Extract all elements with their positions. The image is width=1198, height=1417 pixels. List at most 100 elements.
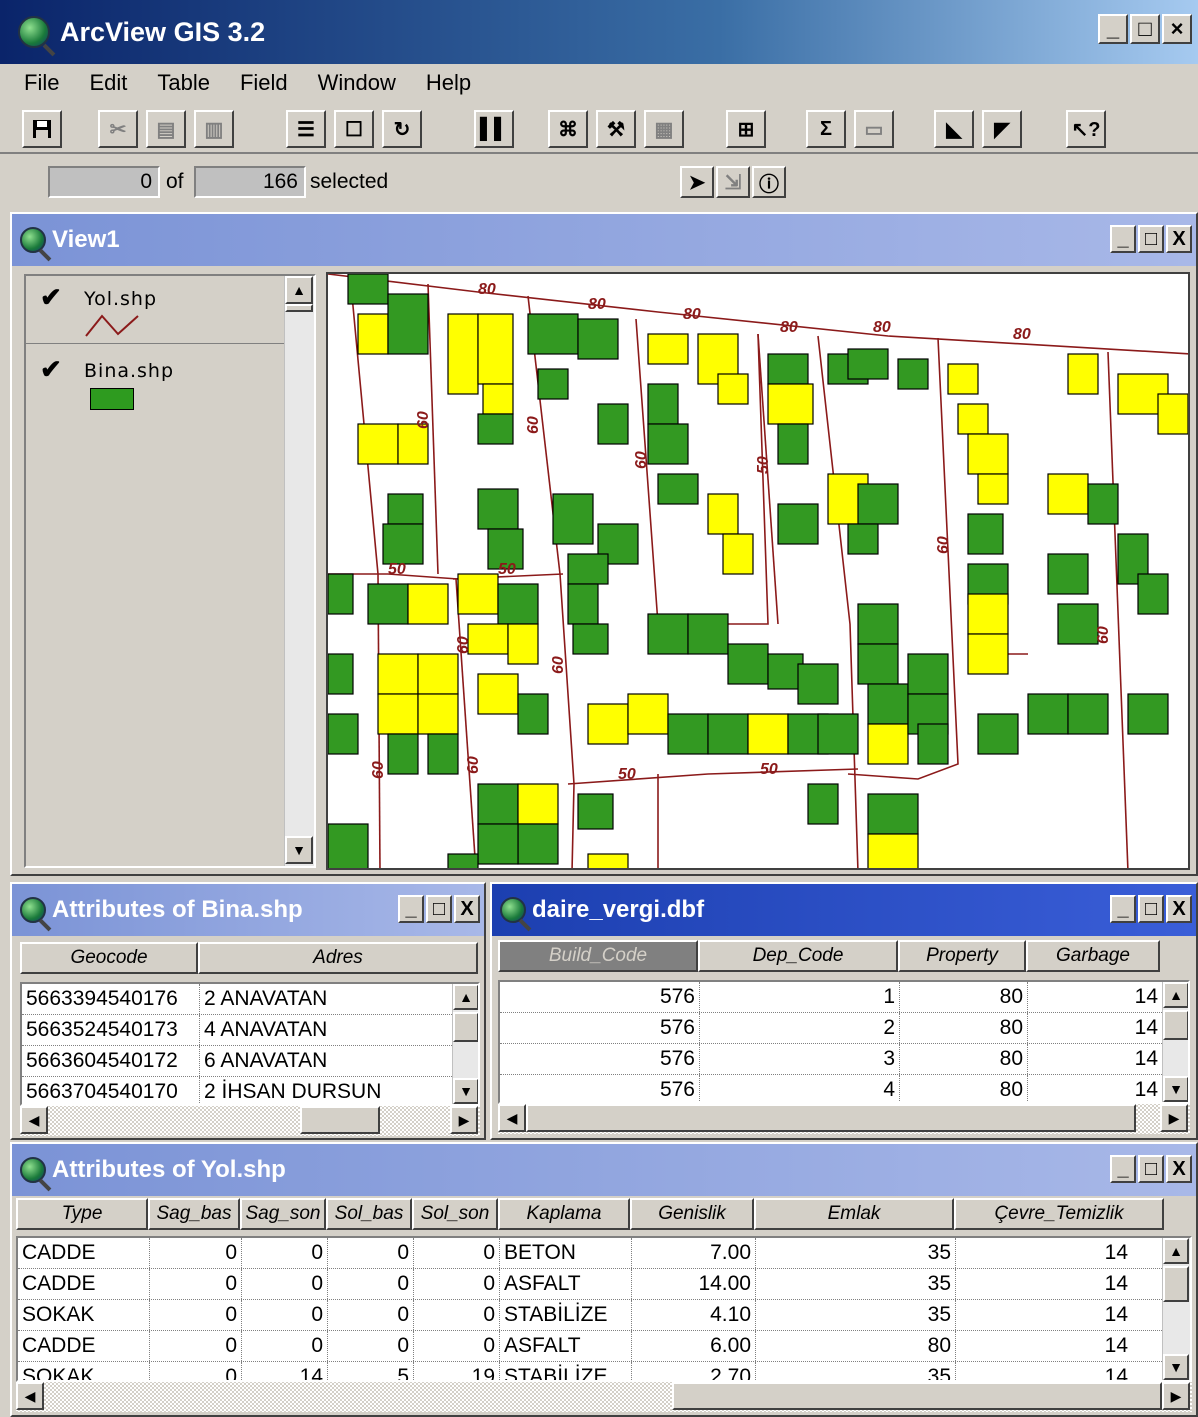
- building-yellow[interactable]: [407, 583, 449, 625]
- edit-pointer-icon[interactable]: ⇲: [716, 166, 750, 198]
- building-yellow[interactable]: [867, 723, 909, 765]
- road-label[interactable]: 60: [550, 656, 567, 674]
- building-green[interactable]: [447, 853, 479, 870]
- building-green[interactable]: [1127, 693, 1169, 735]
- building-yellow[interactable]: [477, 313, 514, 385]
- yol-col-type[interactable]: Type: [16, 1198, 148, 1230]
- menu-help[interactable]: Help: [426, 70, 471, 96]
- bina-hscroll-thumb[interactable]: [300, 1106, 380, 1134]
- road-label[interactable]: 50: [388, 561, 406, 578]
- paste-icon[interactable]: ▥: [194, 110, 234, 148]
- building-green[interactable]: [857, 483, 899, 525]
- road-label[interactable]: 60: [1095, 626, 1112, 644]
- yol-minimize-button[interactable]: _: [1110, 1155, 1136, 1183]
- building-green[interactable]: [667, 713, 709, 755]
- building-green[interactable]: [527, 313, 579, 355]
- building-green[interactable]: [647, 613, 689, 655]
- building-green[interactable]: [817, 713, 859, 755]
- road-label[interactable]: 60: [525, 416, 542, 434]
- query-hammer-icon[interactable]: ⚒: [596, 110, 636, 148]
- daire-vscroll[interactable]: ▲ ▼: [1162, 982, 1188, 1102]
- bina-vscroll[interactable]: ▲ ▼: [452, 984, 478, 1104]
- yol-col-sag-son[interactable]: Sag_son: [240, 1198, 326, 1230]
- daire-maximize-button[interactable]: □: [1138, 895, 1164, 923]
- bina-visible-checkbox[interactable]: ✔: [40, 356, 62, 382]
- daire-hscroll-thumb[interactable]: [526, 1104, 1136, 1132]
- sort-ascending-icon[interactable]: ◣: [934, 110, 974, 148]
- building-green[interactable]: [387, 733, 419, 775]
- building-yellow[interactable]: [377, 693, 419, 735]
- yol-scroll-left-icon[interactable]: ◀: [16, 1382, 44, 1410]
- building-yellow[interactable]: [977, 473, 1009, 505]
- building-green[interactable]: [567, 553, 609, 585]
- toc-scroll-down-icon[interactable]: ▼: [285, 836, 313, 864]
- bina-table-title-bar[interactable]: Attributes of Bina.shp _ □ X: [12, 884, 484, 936]
- road-label[interactable]: 80: [1013, 326, 1031, 343]
- building-yellow[interactable]: [722, 533, 754, 575]
- building-green[interactable]: [328, 573, 354, 615]
- building-green[interactable]: [777, 503, 819, 545]
- building-green[interactable]: [727, 643, 769, 685]
- summarize-sigma-icon[interactable]: Σ: [806, 110, 846, 148]
- road-label[interactable]: 50: [755, 456, 772, 474]
- daire-scroll-left-icon[interactable]: ◀: [498, 1104, 526, 1132]
- view1-title-bar[interactable]: View1 _ □ X: [12, 214, 1196, 266]
- daire-col-garbage[interactable]: Garbage: [1026, 940, 1160, 972]
- map-canvas[interactable]: 80 80 80 80 80 80 60 60 60 50 50 50 50 50 60 60 60 60 60 60: [326, 272, 1190, 870]
- building-green[interactable]: [517, 693, 549, 735]
- building-green[interactable]: [477, 413, 514, 445]
- promote-icon[interactable]: ▦: [644, 110, 684, 148]
- building-green[interactable]: [497, 583, 539, 625]
- menu-field[interactable]: Field: [240, 70, 288, 96]
- building-green[interactable]: [367, 583, 409, 625]
- building-green[interactable]: [477, 823, 519, 865]
- building-green[interactable]: [328, 713, 359, 755]
- building-yellow[interactable]: [767, 383, 814, 425]
- bina-col-geocode[interactable]: Geocode: [20, 942, 198, 974]
- pointer-tool-icon[interactable]: ➤: [680, 166, 714, 198]
- bina-close-button[interactable]: X: [454, 895, 480, 923]
- bina-hscroll[interactable]: ◀ ▶: [20, 1106, 480, 1136]
- building-yellow[interactable]: [482, 383, 514, 415]
- building-yellow[interactable]: [377, 653, 419, 695]
- building-green[interactable]: [387, 293, 429, 355]
- table-row[interactable]: CADDE 0 0 0 0 BETON 7.00 35 14: [18, 1238, 1190, 1269]
- daire-col-property[interactable]: Property: [898, 940, 1026, 972]
- building-green[interactable]: [797, 663, 839, 705]
- building-green[interactable]: [577, 318, 619, 360]
- road-label[interactable]: 60: [633, 451, 650, 469]
- building-green[interactable]: [347, 274, 389, 305]
- switch-selection-icon[interactable]: ↻: [382, 110, 422, 148]
- daire-col-dep-code[interactable]: Dep_Code: [698, 940, 898, 972]
- join-icon[interactable]: ⊞: [726, 110, 766, 148]
- building-yellow[interactable]: [717, 373, 749, 405]
- road-segment[interactable]: [1107, 351, 1129, 870]
- building-green[interactable]: [767, 353, 809, 385]
- building-green[interactable]: [687, 613, 729, 655]
- building-green[interactable]: [967, 513, 1004, 555]
- bina-scroll-up-icon[interactable]: ▲: [453, 984, 478, 1010]
- building-green[interactable]: [1067, 693, 1109, 735]
- building-green[interactable]: [387, 493, 424, 525]
- table-row[interactable]: 5663704540170 2 İHSAN DURSUN: [22, 1077, 478, 1104]
- building-yellow[interactable]: [507, 623, 539, 665]
- daire-col-build-code[interactable]: Build_Code: [498, 940, 698, 972]
- yol-maximize-button[interactable]: □: [1138, 1155, 1164, 1183]
- building-yellow[interactable]: [357, 423, 399, 465]
- building-yellow[interactable]: [707, 493, 739, 535]
- building-yellow[interactable]: [517, 783, 559, 825]
- building-yellow[interactable]: [1067, 353, 1099, 395]
- table-row[interactable]: CADDE 0 0 0 0 ASFALT 6.00 80 14: [18, 1331, 1190, 1362]
- building-yellow[interactable]: [967, 593, 1009, 635]
- building-yellow[interactable]: [457, 573, 499, 615]
- building-yellow[interactable]: [417, 693, 459, 735]
- road-label[interactable]: 50: [760, 761, 778, 778]
- building-yellow[interactable]: [357, 313, 389, 355]
- daire-hscroll[interactable]: ◀ ▶: [498, 1104, 1190, 1134]
- road-label[interactable]: 50: [498, 561, 516, 578]
- minimize-button[interactable]: _: [1098, 14, 1128, 44]
- cut-icon[interactable]: ✂: [98, 110, 138, 148]
- road-label[interactable]: 80: [478, 281, 496, 298]
- daire-scroll-thumb[interactable]: [1163, 1010, 1188, 1040]
- building-green[interactable]: [597, 403, 629, 445]
